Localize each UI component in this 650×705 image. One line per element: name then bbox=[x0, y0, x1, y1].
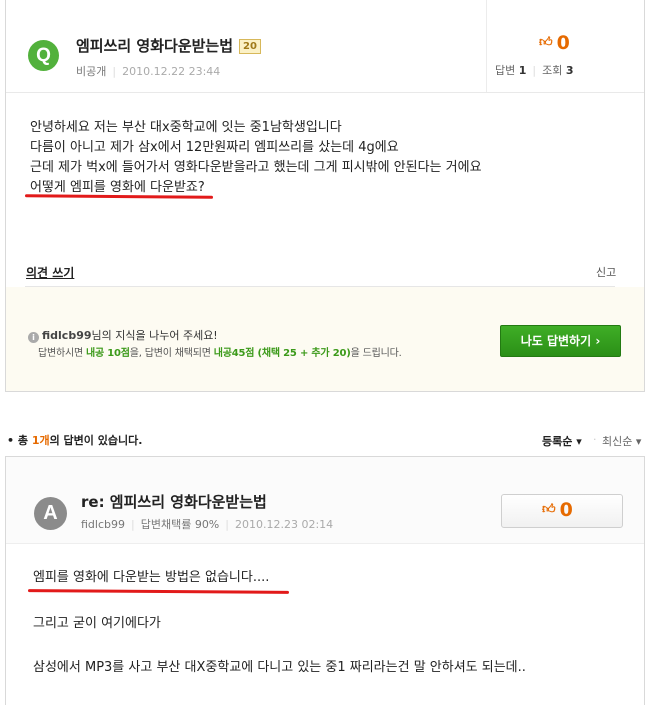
question-body-line: 안녕하세요 저는 부산 대x중학교에 잇는 중1남학생입니다 bbox=[30, 120, 342, 135]
question-like-count[interactable]: 👍︎ 0 bbox=[539, 32, 570, 54]
question-body: 안녕하세요 저는 부산 대x중학교에 잇는 중1남학생입니다 다름이 아니고 제… bbox=[30, 118, 482, 198]
reward-text-b: 내공 10점 bbox=[85, 348, 130, 359]
question-likes-value: 0 bbox=[556, 32, 570, 54]
answer-badge: A bbox=[34, 497, 67, 530]
answer-count-prefix: • 총 bbox=[7, 434, 32, 447]
share-reward-text: 답변하시면 내공 10점을, 답변이 채택되면 내공45점 (채택 25 + 추… bbox=[38, 344, 402, 359]
write-opinion-link[interactable]: 의견 쓰기 bbox=[26, 264, 74, 281]
answer-body-line: 엠피를 영화에 다운받는 방법은 없습니다.... bbox=[33, 570, 270, 585]
reward-text-e: 을 드립니다. bbox=[350, 348, 402, 359]
answer-body-line: 삼성에서 MP3를 사고 부산 대X중학교에 다니고 있는 중1 짜리라는건 말… bbox=[33, 660, 526, 675]
share-prompt-text: 님의 지식을 나누어 주세요! bbox=[91, 329, 218, 342]
info-icon: i bbox=[28, 332, 39, 343]
reward-text-c: 을, 답변이 채택되면 bbox=[129, 348, 214, 359]
answer-like-count: 👍︎ 0 bbox=[542, 499, 573, 521]
reward-text-a: 답변하시면 bbox=[38, 348, 86, 359]
answer-meta: fidlcb99 | 답변채택률 90% | 2010.12.23 02:14 bbox=[81, 518, 334, 531]
visibility-label: 비공개 bbox=[76, 65, 107, 78]
answer-adoption-rate: 답변채택률 90% bbox=[140, 518, 220, 531]
share-username: fidlcb99 bbox=[42, 329, 92, 342]
question-title-text: 엠피쓰리 영화다운받는법 bbox=[76, 37, 234, 55]
red-underline-annotation bbox=[27, 589, 290, 594]
answer-count-header: • 총 1개의 답변이 있습니다. bbox=[7, 432, 142, 448]
answers-count: 1 bbox=[518, 64, 527, 77]
answer-body-line: 그리고 굳이 여기에다가 bbox=[33, 616, 161, 631]
thumbs-up-icon: 👍︎ bbox=[539, 35, 553, 50]
question-badge: Q bbox=[28, 40, 59, 71]
answer-likes-value: 0 bbox=[559, 499, 573, 521]
header-divider bbox=[486, 0, 487, 92]
question-stats: 답변 1 | 조회 3 bbox=[495, 64, 574, 77]
answer-card: A re: 엠피쓰리 영화다운받는법 fidlcb99 | 답변채택률 90% | 20… bbox=[5, 456, 645, 705]
answers-label: 답변 bbox=[495, 64, 516, 77]
answer-date: 2010.12.23 02:14 bbox=[234, 518, 334, 531]
sort-separator: · bbox=[593, 433, 597, 446]
points-badge: 20 bbox=[239, 39, 261, 54]
question-body-line: 근데 제가 벅x에 들어가서 영화다운받을라고 했는데 그게 피시밖에 안된다는… bbox=[30, 160, 482, 175]
question-body-line: 다름이 아니고 제가 삼x에서 12만원짜리 엠피쓰리를 샀는데 4g에요 bbox=[30, 140, 399, 155]
thumbs-up-icon: 👍︎ bbox=[542, 502, 556, 517]
views-label: 조회 bbox=[542, 64, 563, 77]
answer-count: 1개 bbox=[31, 434, 50, 447]
question-title: 엠피쓰리 영화다운받는법 20 bbox=[76, 35, 261, 56]
sort-by-latest[interactable]: 최신순 ▾ bbox=[602, 433, 641, 449]
answer-like-button[interactable]: 👍︎ 0 bbox=[501, 494, 623, 528]
answer-count-suffix: 의 답변이 있습니다. bbox=[49, 434, 143, 447]
question-meta: 비공개 | 2010.12.22 23:44 bbox=[76, 65, 221, 78]
views-count: 3 bbox=[565, 64, 574, 77]
report-link[interactable]: 신고 bbox=[596, 264, 616, 280]
answer-title: re: 엠피쓰리 영화다운받는법 bbox=[81, 493, 267, 511]
reward-text-d: 내공45점 (채택 25 + 추가 20) bbox=[213, 348, 351, 359]
share-prompt: i fidlcb99님의 지식을 나누어 주세요! bbox=[28, 327, 218, 343]
question-date: 2010.12.22 23:44 bbox=[122, 65, 221, 78]
sort-by-registered[interactable]: 등록순 ▾ bbox=[542, 433, 582, 449]
write-answer-button[interactable]: 나도 답변하기 › bbox=[500, 325, 621, 357]
answer-author[interactable]: fidlcb99 bbox=[81, 518, 125, 531]
